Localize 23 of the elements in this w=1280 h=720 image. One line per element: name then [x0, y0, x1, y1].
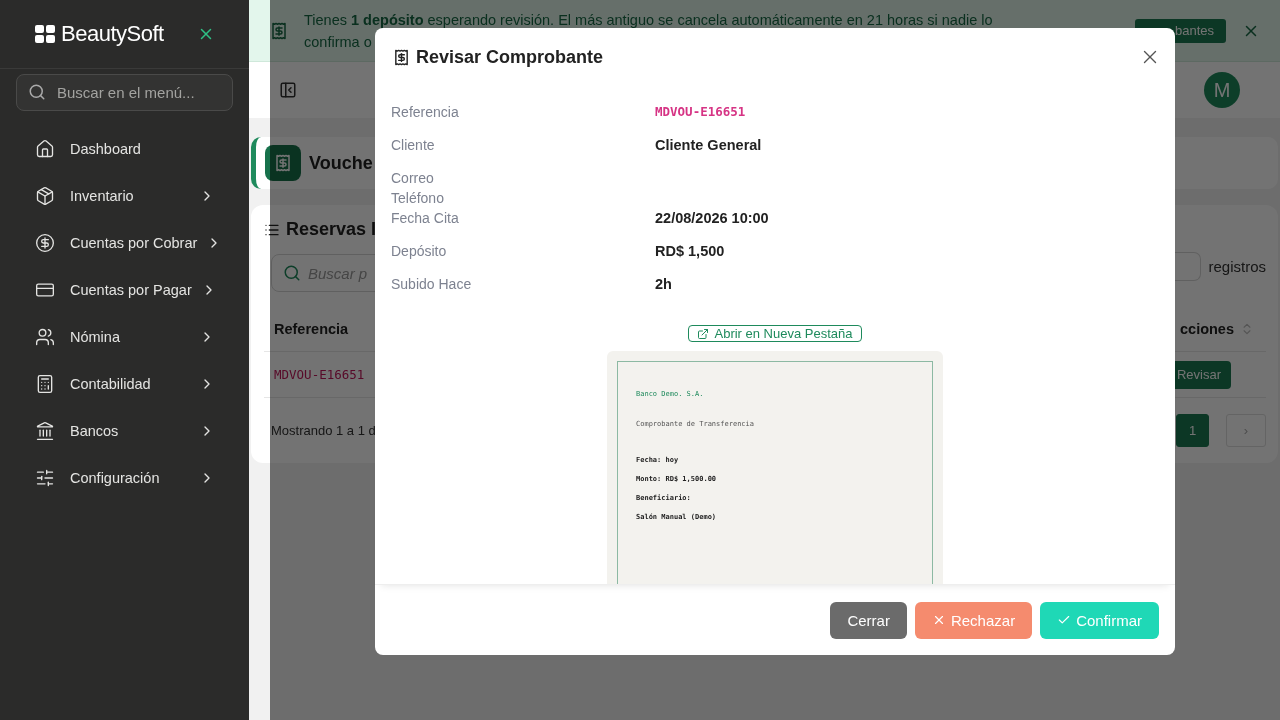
detail-label: Referencia [391, 103, 460, 122]
detail-label: Correo [391, 169, 435, 188]
column-header: Referencia [274, 320, 349, 337]
notice-text: confirma o [304, 32, 373, 52]
detail-label: Teléfono [391, 189, 445, 208]
detail-value: RD$ 1,500 [655, 242, 726, 261]
page-size-label: registros [1208, 257, 1266, 275]
reference-code: MDVOU-E16651 [274, 367, 365, 382]
dialog-title: Revisar Comprobante [416, 46, 604, 68]
card-title: Reservas I [286, 219, 377, 240]
brand-name: BeautySoft [61, 21, 164, 47]
reference-code: MDVOU-E16651 [655, 103, 747, 121]
detail-value: Cliente General [655, 136, 763, 155]
detail-value: 2h [655, 275, 673, 294]
detail-value: 22/08/2026 10:00 [655, 209, 770, 228]
page-title: Vouche [309, 152, 373, 174]
detail-label: Subido Hace [391, 275, 473, 294]
detail-label: Cliente [391, 136, 436, 155]
notice-text: Tienes 1 depósito esperando revisión. El más antiguo se cancela automáticamente en 21 horas si nadie lo [304, 10, 994, 30]
pagination-info: Mostrando 1 a 1 d [271, 423, 376, 438]
detail-label: Depósito [391, 242, 448, 261]
column-header: cciones [1180, 320, 1234, 337]
detail-label: Fecha Cita [391, 209, 460, 228]
